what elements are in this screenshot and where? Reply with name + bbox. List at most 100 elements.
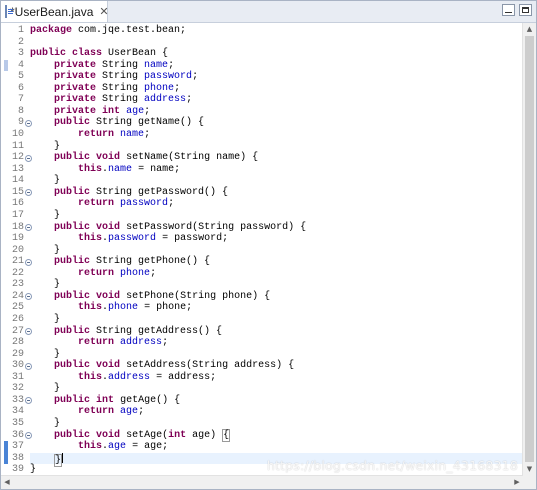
code-line[interactable]: return phone; xyxy=(30,268,156,280)
line-number: 4 xyxy=(17,59,24,71)
vertical-scrollbar[interactable]: ▲ ▼ xyxy=(522,23,536,475)
window-controls xyxy=(502,4,532,16)
tab-userbean-java[interactable]: *UserBean.java ✕ xyxy=(1,1,109,22)
code-line[interactable]: return name; xyxy=(30,129,150,141)
code-line[interactable]: this.age = age; xyxy=(30,441,168,453)
scroll-right-icon[interactable]: ▶ xyxy=(511,476,523,489)
maximize-icon[interactable] xyxy=(519,4,532,16)
line-number: 34 xyxy=(11,406,24,418)
code-token: UserBean { xyxy=(102,48,169,60)
code-line[interactable]: private String password; xyxy=(30,71,198,83)
code-line[interactable]: this.password = password; xyxy=(30,233,228,245)
code-line[interactable]: } xyxy=(30,383,60,395)
field-token: name xyxy=(144,59,169,71)
line-number: 3 xyxy=(17,48,24,60)
code-line[interactable]: public int getAge() { xyxy=(30,395,180,407)
keyword-token: return xyxy=(78,129,115,141)
code-line[interactable]: public String getPhone() { xyxy=(30,256,210,268)
code-line[interactable]: } xyxy=(30,349,60,361)
code-line[interactable]: public void setPassword(String password)… xyxy=(30,222,306,234)
keyword-token: private xyxy=(54,105,97,117)
keyword-token: return xyxy=(78,337,115,349)
code-line[interactable]: this.name = name; xyxy=(30,164,180,176)
code-line[interactable]: } xyxy=(30,464,36,475)
code-line[interactable]: package com.jqe.test.bean; xyxy=(30,25,186,37)
close-icon[interactable]: ✕ xyxy=(99,5,108,18)
code-line[interactable]: } xyxy=(30,452,64,467)
text-cursor xyxy=(62,452,64,463)
code-line[interactable]: } xyxy=(30,141,60,153)
keyword-token: int xyxy=(96,394,115,406)
change-marker xyxy=(4,441,8,453)
code-token: age) xyxy=(186,429,223,441)
code-line[interactable]: private int age; xyxy=(30,106,150,118)
field-token: password xyxy=(120,198,169,210)
code-area[interactable]: package com.jqe.test.bean; public class U… xyxy=(30,23,522,475)
keyword-token: public xyxy=(54,360,91,372)
line-number: 13 xyxy=(11,163,24,175)
code-token: = phone; xyxy=(138,302,193,314)
code-line[interactable]: public String getPassword() { xyxy=(30,187,228,199)
field-token: name xyxy=(108,163,133,175)
line-number: 21 xyxy=(11,256,24,268)
line-number: 18 xyxy=(11,221,24,233)
code-token: } xyxy=(30,175,61,187)
code-line[interactable]: public void setAddress(String address) { xyxy=(30,360,294,372)
scroll-left-icon[interactable]: ◀ xyxy=(1,476,13,489)
code-line[interactable]: this.phone = phone; xyxy=(30,302,192,314)
code-line[interactable]: private String name; xyxy=(30,60,174,72)
keyword-token: public xyxy=(54,325,91,337)
line-number: 15 xyxy=(11,186,24,198)
code-line[interactable]: public void setAge(int age) { xyxy=(30,428,231,442)
code-line[interactable]: public void setName(String name) { xyxy=(30,152,258,164)
line-number: 33 xyxy=(11,394,24,406)
code-line[interactable]: } xyxy=(30,175,60,187)
code-line[interactable]: return age; xyxy=(30,406,144,418)
keyword-token: private xyxy=(54,59,97,71)
code-line[interactable]: public void setPhone(String phone) { xyxy=(30,291,270,303)
code-token: ; xyxy=(174,82,181,94)
code-token: String xyxy=(96,82,145,94)
field-token: age xyxy=(126,105,145,117)
keyword-token: package xyxy=(30,25,73,36)
scroll-up-icon[interactable]: ▲ xyxy=(523,23,536,35)
code-token: ; xyxy=(144,129,151,141)
vertical-scroll-thumb[interactable] xyxy=(525,36,534,462)
line-number: 35 xyxy=(11,418,24,430)
code-line[interactable]: } xyxy=(30,210,60,222)
code-line[interactable]: private String address; xyxy=(30,94,192,106)
code-line[interactable]: return address; xyxy=(30,337,168,349)
horizontal-scrollbar[interactable]: ◀ ▶ xyxy=(1,475,523,489)
code-line[interactable]: public String getAddress() { xyxy=(30,326,222,338)
code-line[interactable]: } xyxy=(30,279,60,291)
line-number-gutter: 1 2 3 4 5 6 7 8 9 10 11 12 13 14 15 16 17 18 19 20 21 22 23 24 2… xyxy=(10,23,32,475)
code-line[interactable]: return password; xyxy=(30,198,174,210)
keyword-token: private xyxy=(54,94,97,106)
code-line[interactable]: this.address = address; xyxy=(30,372,216,384)
code-editor[interactable]: 1 2 3 4 5 6 7 8 9 10 11 12 13 14 15 16 17 18 19 20 21 22 23 24 2… xyxy=(1,23,536,489)
line-number: 1 xyxy=(17,25,24,36)
code-line[interactable]: } xyxy=(30,418,60,430)
code-line[interactable]: public class UserBean { xyxy=(30,48,168,60)
line-number: 28 xyxy=(11,337,24,349)
code-line[interactable]: } xyxy=(30,314,60,326)
code-line[interactable]: private String phone; xyxy=(30,83,180,95)
code-line[interactable]: public String getName() { xyxy=(30,117,204,129)
code-token: = name; xyxy=(132,163,181,175)
code-line[interactable]: } xyxy=(30,245,60,257)
code-token: } xyxy=(30,348,61,360)
minimize-icon[interactable] xyxy=(502,4,515,16)
scroll-down-icon[interactable]: ▼ xyxy=(523,463,536,475)
field-token: name xyxy=(120,129,145,141)
keyword-token: void xyxy=(96,152,121,164)
